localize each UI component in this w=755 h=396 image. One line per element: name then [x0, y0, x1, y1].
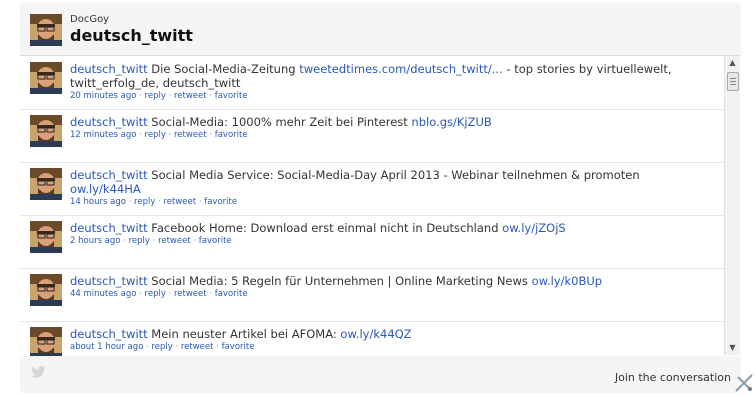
reply-link[interactable]: reply [145, 91, 166, 101]
tweet-meta: 2 hours ago · reply · retweet · favorite [70, 236, 232, 246]
tweet-timestamp[interactable]: 2 hours ago [70, 236, 121, 246]
timeline-scrollbar[interactable]: ▲ ▼ [724, 56, 740, 355]
retweet-link[interactable]: retweet [174, 130, 207, 140]
tweet-avatar[interactable] [30, 221, 62, 253]
retweet-link[interactable]: retweet [181, 342, 214, 352]
favorite-link[interactable]: favorite [215, 130, 248, 140]
tweet-body: deutsch_twitt Mein neuster Artikel bei A… [70, 327, 710, 353]
tweet-text: Social-Media: 1000% mehr Zeit bei Pinter… [147, 115, 412, 129]
tweet-avatar[interactable] [30, 274, 62, 306]
tweet-username-link[interactable]: deutsch_twitt [70, 62, 148, 76]
tweet-timeline[interactable]: deutsch_twitt Die Social-Media-Zeitung t… [20, 55, 741, 356]
scroll-up-arrow-icon[interactable]: ▲ [725, 56, 740, 70]
tweet-body: deutsch_twitt Die Social-Media-Zeitung t… [70, 62, 710, 102]
tweet-meta: 44 minutes ago · reply · retweet · favor… [70, 289, 248, 299]
tweet-text: Social Media Service: Social-Media-Day A… [147, 168, 640, 182]
favorite-link[interactable]: favorite [199, 236, 232, 246]
tweet-link[interactable]: ow.ly/k0BUp [532, 274, 603, 288]
reply-link[interactable]: reply [151, 342, 172, 352]
twitter-bird-icon[interactable] [30, 365, 48, 379]
tweet-item: deutsch_twitt Facebook Home: Download er… [20, 215, 724, 269]
reply-link[interactable]: reply [129, 236, 150, 246]
retweet-link[interactable]: retweet [158, 236, 191, 246]
favorite-link[interactable]: favorite [215, 289, 248, 299]
favorite-link[interactable]: favorite [222, 342, 255, 352]
tweet-item: deutsch_twitt Social Media: 5 Regeln für… [20, 268, 724, 322]
reply-link[interactable]: reply [134, 197, 155, 207]
tweet-item: deutsch_twitt Mein neuster Artikel bei A… [20, 321, 724, 356]
tweet-username-link[interactable]: deutsch_twitt [70, 221, 148, 235]
profile-username-title[interactable]: deutsch_twitt [70, 26, 193, 45]
retweet-link[interactable]: retweet [174, 91, 207, 101]
tweet-link[interactable]: ow.ly/k44HA [70, 182, 141, 196]
tweet-meta: 12 minutes ago · reply · retweet · favor… [70, 130, 248, 140]
tweet-text: Die Social-Media-Zeitung [147, 62, 300, 76]
profile-avatar[interactable] [30, 14, 62, 46]
tweet-timestamp[interactable]: 12 minutes ago [70, 130, 136, 140]
favorite-link[interactable]: favorite [215, 91, 248, 101]
retweet-link[interactable]: retweet [174, 289, 207, 299]
tweet-timestamp[interactable]: about 1 hour ago [70, 342, 143, 352]
favorite-link[interactable]: favorite [204, 197, 237, 207]
tweet-body: deutsch_twitt Facebook Home: Download er… [70, 221, 710, 247]
tweet-text: Social Media: 5 Regeln für Unternehmen |… [147, 274, 532, 288]
reply-link[interactable]: reply [145, 289, 166, 299]
tweet-body: deutsch_twitt Social-Media: 1000% mehr Z… [70, 115, 710, 141]
profile-display-name: DocGoy [70, 14, 110, 25]
tweet-username-link[interactable]: deutsch_twitt [70, 274, 148, 288]
reply-link[interactable]: reply [145, 130, 166, 140]
scrollbar-thumb[interactable] [727, 72, 739, 91]
tweet-body: deutsch_twitt Social Media Service: Soci… [70, 168, 710, 208]
tweet-text: Facebook Home: Download erst einmal nich… [147, 221, 503, 235]
tweet-body: deutsch_twitt Social Media: 5 Regeln für… [70, 274, 710, 300]
tweet-link[interactable]: tweetedtimes.com/deutsch_twitt/... [299, 62, 503, 76]
tweet-timestamp[interactable]: 14 hours ago [70, 197, 126, 207]
tweet-avatar[interactable] [30, 115, 62, 147]
tweet-meta: 14 hours ago · reply · retweet · favorit… [70, 197, 238, 207]
tweet-text: Mein neuster Artikel bei AFOMA: [147, 327, 341, 341]
tweet-timestamp[interactable]: 44 minutes ago [70, 289, 136, 299]
tweet-username-link[interactable]: deutsch_twitt [70, 168, 148, 182]
widget-header: DocGoy deutsch_twitt [30, 14, 730, 48]
tweet-username-link[interactable]: deutsch_twitt [70, 115, 148, 129]
tweet-avatar[interactable] [30, 62, 62, 94]
resize-tool-icon[interactable] [733, 372, 755, 394]
scroll-down-arrow-icon[interactable]: ▼ [725, 341, 740, 355]
tweet-timestamp[interactable]: 20 minutes ago [70, 91, 136, 101]
retweet-link[interactable]: retweet [163, 197, 196, 207]
tweet-link[interactable]: ow.ly/jZOjS [502, 221, 566, 235]
tweet-item: deutsch_twitt Die Social-Media-Zeitung t… [20, 56, 724, 110]
tweet-meta: 20 minutes ago · reply · retweet · favor… [70, 91, 248, 101]
twitter-profile-widget: DocGoy deutsch_twitt deutsch_twitt Die S… [20, 3, 741, 393]
tweet-item: deutsch_twitt Social Media Service: Soci… [20, 162, 724, 216]
tweet-avatar[interactable] [30, 168, 62, 200]
tweet-item: deutsch_twitt Social-Media: 1000% mehr Z… [20, 109, 724, 163]
widget-footer: Join the conversation [20, 355, 741, 393]
tweet-link[interactable]: ow.ly/k44QZ [340, 327, 411, 341]
join-conversation-link[interactable]: Join the conversation [615, 371, 731, 384]
tweet-username-link[interactable]: deutsch_twitt [70, 327, 148, 341]
tweet-meta: about 1 hour ago · reply · retweet · fav… [70, 342, 255, 352]
tweet-avatar[interactable] [30, 327, 62, 356]
tweet-link[interactable]: nblo.gs/KjZUB [411, 115, 491, 129]
